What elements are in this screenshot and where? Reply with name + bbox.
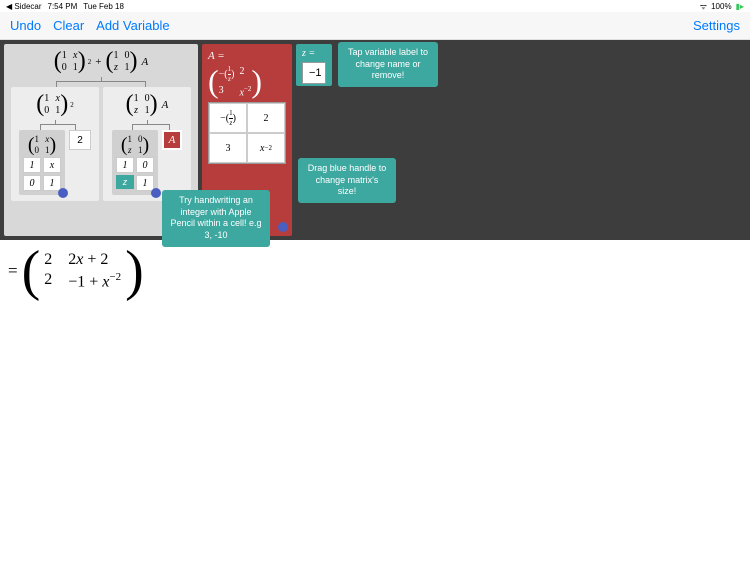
mat-cell: 1 xyxy=(35,134,40,144)
matrix-cell-var-z[interactable]: z xyxy=(116,175,134,189)
disp-cell: 2 xyxy=(239,66,251,83)
matrix-sub-panel: ( 1 x 0 1 ) 1 xyxy=(19,130,65,195)
matrix-cell[interactable]: −(1z) xyxy=(209,103,247,133)
mat-cell: 1 xyxy=(113,50,118,61)
tree-connector xyxy=(21,77,181,87)
plus-op: + xyxy=(95,56,101,68)
matrix-cell[interactable]: 1 xyxy=(116,157,134,173)
mat-cell: 1 xyxy=(128,134,133,144)
clear-button[interactable]: Clear xyxy=(53,18,84,33)
var-A-display: ( −(1z) 2 3 x−2 ) xyxy=(208,66,286,98)
matrix-cell[interactable]: 1 xyxy=(43,175,61,191)
equals-sign: = xyxy=(8,261,18,281)
matrix-cell[interactable]: 0 xyxy=(136,157,154,173)
undo-button[interactable]: Undo xyxy=(10,18,41,33)
mat-cell: 1 xyxy=(62,50,67,61)
var-z-label[interactable]: z = xyxy=(302,48,326,59)
tooltip-handwrite: Try handwriting an integer with Apple Pe… xyxy=(162,190,270,247)
battery-pct: 100% xyxy=(711,2,731,11)
matrix-cell[interactable]: 2 xyxy=(247,103,285,133)
left-branch-panel: ( 1 x 0 1 ) 2 xyxy=(11,87,99,201)
battery-icon: ▮▸ xyxy=(736,2,744,11)
var-A-ref: A xyxy=(162,99,169,111)
result-cell: 2 xyxy=(44,251,52,269)
exponent: 2 xyxy=(70,101,74,109)
tooltip-tap-variable: Tap variable label to change name or rem… xyxy=(338,42,438,87)
workspace: ( 1 x 0 1 ) 2 + ( 1 0 z 1 ) xyxy=(0,40,750,240)
editable-matrix: 1 x 0 1 xyxy=(23,157,61,191)
disp-cell: x−2 xyxy=(239,85,251,98)
toolbar: Undo Clear Add Variable Settings xyxy=(0,12,750,40)
mat-cell: 1 xyxy=(44,93,49,104)
matrix-cell[interactable]: 1 xyxy=(136,175,154,191)
resize-handle[interactable] xyxy=(151,188,161,198)
mat-cell: 0 xyxy=(44,105,49,116)
tree-connector xyxy=(117,120,177,130)
tooltip-drag-handle: Drag blue handle to change matrix's size… xyxy=(298,158,396,203)
exponent: 2 xyxy=(88,58,92,66)
add-variable-button[interactable]: Add Variable xyxy=(96,18,169,33)
matrix-cell[interactable]: 1 xyxy=(23,157,41,173)
mat-cell: 1 xyxy=(134,93,139,104)
mat-cell: 0 xyxy=(35,145,40,155)
editable-matrix: 1 0 z 1 xyxy=(116,157,154,191)
matrix-sub-panel: ( 1 0 z 1 ) 1 xyxy=(112,130,158,195)
var-A-box[interactable]: A xyxy=(162,130,182,150)
disp-cell: 3 xyxy=(219,85,235,98)
var-z-value[interactable]: −1 xyxy=(302,62,326,84)
result-cell: 2x + 2 xyxy=(68,251,121,269)
top-expression: ( 1 x 0 1 ) 2 + ( 1 0 z 1 ) xyxy=(54,50,148,73)
mat-cell: 0 xyxy=(62,62,67,73)
matrix-cell[interactable]: 3 xyxy=(209,133,247,163)
variable-z-panel: z = −1 xyxy=(296,44,332,86)
resize-handle[interactable] xyxy=(278,222,288,232)
status-bar: ◀ Sidecar 7:54 PM Tue Feb 18 ᯤ 100% ▮▸ xyxy=(0,0,750,12)
left-branch-header: ( 1 x 0 1 ) 2 xyxy=(36,93,74,116)
resize-handle[interactable] xyxy=(58,188,68,198)
result-expression: = ( 2 2x + 2 2 −1 + x−2 ) xyxy=(0,240,750,302)
var-A-editable: −(1z) 2 3 x−2 xyxy=(208,102,286,164)
power-cell[interactable]: 2 xyxy=(69,130,91,150)
right-branch-panel: ( 1 0 z 1 ) A xyxy=(103,87,191,201)
result-cell: 2 xyxy=(44,271,52,291)
var-A-ref: A xyxy=(141,56,148,68)
matrix-cell[interactable]: 0 xyxy=(23,175,41,191)
mat-cell: z xyxy=(113,62,118,73)
disp-cell: −(1z) xyxy=(219,66,235,83)
var-A-label[interactable]: A = xyxy=(208,50,286,62)
wifi-icon: ᯤ xyxy=(700,1,707,12)
settings-button[interactable]: Settings xyxy=(693,18,740,33)
status-date: Tue Feb 18 xyxy=(83,2,124,11)
matrix-cell[interactable]: x−2 xyxy=(247,133,285,163)
sidecar-back[interactable]: ◀ Sidecar xyxy=(6,2,42,11)
tree-connector xyxy=(25,120,85,130)
mat-cell: z xyxy=(128,145,133,155)
mat-cell: z xyxy=(134,105,139,116)
result-cell: −1 + x−2 xyxy=(68,271,121,291)
right-branch-header: ( 1 0 z 1 ) A xyxy=(126,93,169,116)
status-time: 7:54 PM xyxy=(48,2,78,11)
matrix-cell[interactable]: x xyxy=(43,157,61,173)
